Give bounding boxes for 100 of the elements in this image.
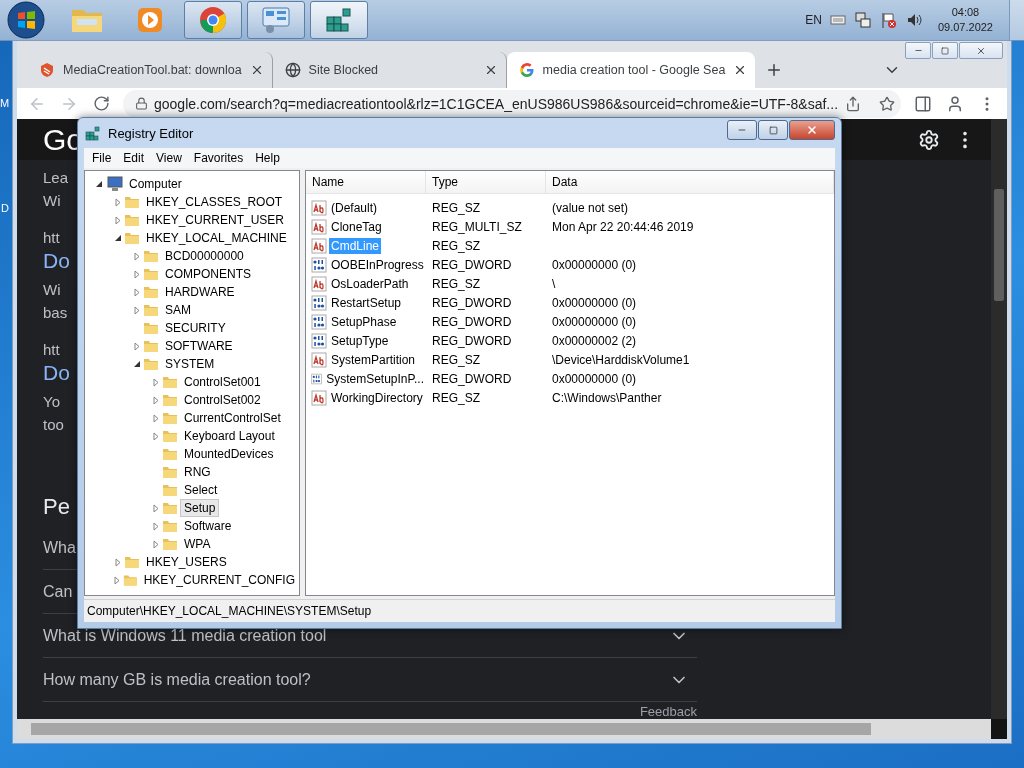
settings-icon[interactable] [918, 128, 940, 151]
column-header[interactable]: Name [306, 171, 426, 193]
collapse-icon[interactable] [114, 234, 122, 242]
tree-item[interactable]: WPA [180, 535, 215, 553]
tree-item[interactable]: HKEY_LOCAL_MACHINE [142, 229, 291, 247]
desktop-icon-label[interactable]: D [1, 202, 9, 214]
browser-tab[interactable]: media creation tool - Google Sea [506, 52, 756, 88]
result-snippet: bas [43, 303, 68, 323]
string-value-icon [311, 351, 327, 368]
cubes-icon [84, 124, 102, 142]
collapse-icon[interactable] [95, 180, 103, 188]
string-value-icon [311, 218, 327, 235]
tree-item[interactable]: SOFTWARE [161, 337, 237, 355]
show-desktop-button[interactable] [1009, 0, 1024, 40]
tree-item[interactable]: HKEY_USERS [142, 553, 231, 571]
folder-icon [162, 536, 178, 552]
tree-item[interactable]: COMPONENTS [161, 265, 255, 283]
menu-item[interactable]: Favorites [187, 151, 250, 165]
language-indicator[interactable]: EN [805, 13, 822, 27]
expand-icon[interactable] [134, 341, 140, 351]
tree-item[interactable]: ControlSet002 [180, 391, 265, 409]
share-icon[interactable] [845, 95, 861, 112]
address-bar[interactable]: google.com/search?q=mediacreationtool&rlz=1C1GCEA_enUS986US986&sourceid=chrome&ie=UTF-8&saf... [123, 89, 901, 118]
side-panel-icon[interactable] [914, 94, 932, 113]
value-type: REG_SZ [431, 238, 481, 253]
question-text[interactable]: What is Windows 11 media creation tool [43, 626, 327, 645]
network-icon[interactable] [853, 11, 872, 29]
question-text[interactable]: Wha [43, 538, 76, 557]
question-text[interactable]: How many GB is media creation tool? [43, 670, 311, 689]
folder-icon [162, 410, 178, 426]
value-name[interactable]: CloneTag [329, 218, 384, 235]
tree-item[interactable]: HKEY_CLASSES_ROOT [142, 193, 287, 211]
question-text[interactable]: Can [43, 582, 73, 601]
menu-item[interactable]: Help [249, 151, 286, 165]
lock-icon[interactable] [135, 97, 148, 110]
result-snippet: Wi [43, 191, 61, 211]
tree-item[interactable]: RNG [180, 463, 215, 481]
value-name[interactable]: (Default) [329, 199, 379, 216]
play-icon[interactable] [135, 5, 165, 35]
tree-item[interactable]: Select [180, 481, 222, 499]
shield-icon [39, 62, 55, 78]
keyboard-icon[interactable] [829, 14, 846, 26]
tree-item[interactable]: HKEY_CURRENT_CONFIG [139, 571, 299, 589]
result-link[interactable]: Do [43, 361, 70, 390]
result-link[interactable]: Do [43, 249, 70, 278]
binary-value-icon [311, 256, 327, 273]
tree-item[interactable]: ControlSet001 [180, 373, 265, 391]
bookmark-star-icon[interactable] [879, 95, 895, 112]
vertical-scrollbar[interactable] [991, 119, 1007, 719]
profile-icon[interactable] [946, 94, 964, 113]
tree-item[interactable]: Keyboard Layout [180, 427, 279, 445]
tree-item[interactable]: HARDWARE [161, 283, 239, 301]
value-type: REG_SZ [431, 200, 481, 215]
collapse-icon[interactable] [133, 360, 141, 368]
menu-item[interactable]: View [150, 151, 188, 165]
clock[interactable]: 04:08 09.07.2022 [937, 5, 993, 35]
start-button[interactable] [6, 0, 46, 40]
maximize-button[interactable] [758, 120, 788, 140]
tree-item[interactable]: CurrentControlSet [180, 409, 285, 427]
folder-icon [143, 266, 159, 282]
close-button[interactable] [789, 120, 835, 140]
value-name[interactable]: SystemPartition [329, 351, 418, 368]
value-type: REG_SZ [431, 390, 481, 405]
tree-item[interactable]: Computer [125, 175, 186, 193]
tree-item[interactable]: SECURITY [161, 319, 230, 337]
minimize-button[interactable] [727, 120, 757, 140]
close-button[interactable] [959, 42, 1003, 59]
reload-icon[interactable] [92, 95, 110, 112]
tree-item[interactable]: Setup [180, 499, 220, 517]
value-name[interactable]: SetupType [329, 332, 391, 349]
menu-item[interactable]: File [86, 151, 118, 165]
tree-item[interactable]: MountedDevices [180, 445, 278, 463]
desktop-icon-label[interactable]: M [0, 97, 10, 109]
maximize-button[interactable] [932, 42, 958, 59]
value-data: Mon Apr 22 20:44:46 2019 [551, 219, 695, 234]
value-type: REG_DWORD [431, 371, 513, 386]
value-type: REG_MULTI_SZ [431, 219, 523, 234]
control-panel-icon[interactable] [260, 5, 292, 35]
tree-item[interactable]: SYSTEM [161, 355, 219, 373]
binary-value-icon [311, 332, 327, 349]
tree-item[interactable]: HKEY_CURRENT_USER [142, 211, 289, 229]
value-name[interactable]: OsLoaderPath [329, 275, 411, 292]
tree-item[interactable]: SAM [161, 301, 195, 319]
feedback-link[interactable]: Feedback [639, 704, 697, 719]
column-header[interactable]: Type [426, 171, 546, 193]
value-name[interactable]: OOBEInProgress [329, 256, 426, 273]
menu-item[interactable]: Edit [117, 151, 151, 165]
computer-icon [105, 176, 123, 192]
tree-item[interactable]: Software [180, 517, 236, 535]
folder-icon [124, 554, 140, 570]
value-name[interactable]: RestartSetup [329, 294, 404, 311]
value-name[interactable]: WorkingDirectory [329, 389, 425, 406]
flag-icon[interactable] [879, 11, 898, 29]
value-name[interactable]: SystemSetupInP... [324, 370, 426, 387]
column-header[interactable]: Data [546, 171, 834, 193]
value-name[interactable]: SetupPhase [329, 313, 399, 330]
browser-icon[interactable] [198, 5, 228, 35]
tree-item[interactable]: BCD00000000 [161, 247, 248, 265]
value-type: REG_DWORD [431, 314, 513, 329]
horizontal-scrollbar[interactable] [17, 719, 991, 739]
